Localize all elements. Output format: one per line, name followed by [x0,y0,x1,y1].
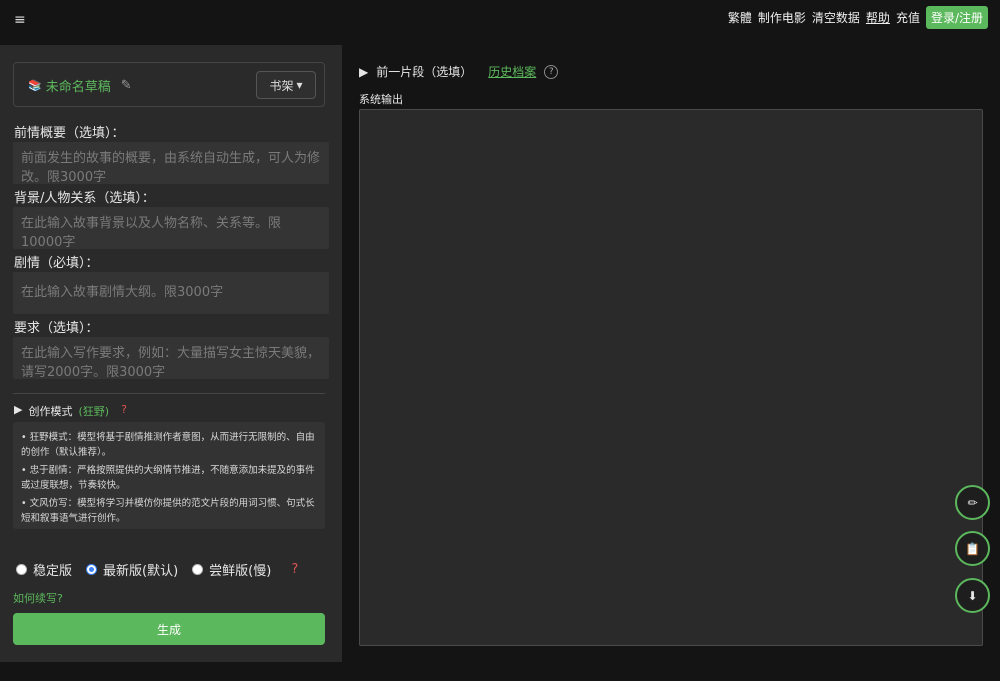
version-beta-option[interactable]: 尝鲜版(慢) [192,560,271,579]
creation-mode-label: 创作模式 [28,405,73,418]
mode-description-wild: • 狂野模式：模型将基于剧情推测作者意图，从而进行无限制的、自由的创作（默认推荐… [21,432,315,458]
plot-label: 剧情（必填）： [14,256,99,271]
version-stable-label: 稳定版 [33,564,73,579]
help-icon[interactable]: ? [544,64,559,79]
history-archive-link[interactable]: 历史档案 [488,63,536,80]
draft-title-text[interactable]: 未命名草稿 [46,76,111,95]
version-radio-group: 稳定版 最新版(默认) 尝鲜版(慢) ? [16,560,298,579]
creation-mode-value: (狂野) [78,405,110,418]
version-latest-label: 最新版(默认) [103,564,179,579]
make-movie-link[interactable]: 制作电影 [758,9,806,26]
expand-arrow-icon: ▶ [359,64,369,79]
clear-data-link[interactable]: 清空数据 [812,9,860,26]
summary-label: 前情概要（选填）： [14,126,125,141]
version-latest-option[interactable]: 最新版(默认) [86,560,178,579]
bookshelf-button[interactable]: 书架 ▾ [256,71,316,99]
requirements-textarea[interactable]: 在此输入写作要求，例如：大量描写女主惊天美貌，请写2000字。限3000字 [13,337,329,379]
previous-fragment-label: 前一片段（选填） [376,65,473,79]
left-panel: 📚 未命名草稿 ✎ 书架 ▾ 前情概要（选填）： 前面发生的故事的概要，由系统自… [0,45,342,662]
requirements-label: 要求（选填）： [14,321,99,336]
download-icon[interactable]: ⬇ [955,578,990,613]
help-link[interactable]: 帮助 [866,9,890,26]
radio-button[interactable] [16,564,27,575]
bookshelf-label: 书架 [269,78,294,93]
background-label: 背景/人物关系（选填）： [14,191,155,206]
traditional-chinese-link[interactable]: 繁體 [728,9,752,26]
generate-button[interactable]: 生成 [13,613,325,645]
chevron-down-icon: ▾ [296,78,303,92]
radio-button-selected[interactable] [86,564,98,575]
draft-title: 📚 未命名草稿 ✎ [28,76,132,95]
how-to-continue-link[interactable]: 如何续写? [13,590,63,606]
top-bar: ≡ 繁體 制作电影 清空数据 帮助 充值 登录/注册 [0,0,1000,45]
version-help-icon[interactable]: ? [291,562,298,577]
creation-mode-toggle[interactable]: ▶ 创作模式 (狂野) ? [14,403,127,419]
expand-arrow-icon: ▶ [14,403,23,416]
recharge-link[interactable]: 充值 [896,9,920,26]
version-beta-label: 尝鲜版(慢) [209,564,272,579]
system-output-label: 系统输出 [359,93,403,106]
background-textarea[interactable]: 在此输入故事背景以及人物名称、关系等。限10000字 [13,207,329,249]
mode-help-icon[interactable]: ? [121,403,127,419]
divider [13,393,325,394]
clipboard-icon[interactable]: 📋 [955,531,990,566]
radio-button[interactable] [192,564,204,575]
pencil-icon[interactable]: ✏ [955,485,990,520]
mode-description-faithful: • 忠于剧情：严格按照提供的大纲情节推进，不随意添加未提及的事件或过度联想，节奏… [21,465,315,491]
menu-icon[interactable]: ≡ [14,12,26,28]
mode-description-imitate: • 文风仿写：模型将学习并模仿你提供的范文片段的用词习惯、句式长短和叙事语气进行… [21,498,315,524]
mode-description-box: • 狂野模式：模型将基于剧情推测作者意图，从而进行无限制的、自由的创作（默认推荐… [13,422,325,529]
draft-card: 📚 未命名草稿 ✎ 书架 ▾ [13,62,325,107]
previous-fragment-toggle[interactable]: ▶ 前一片段（选填） 历史档案 ? [359,63,559,80]
book-stack-icon: 📚 [28,79,42,92]
login-button[interactable]: 登录/注册 [925,6,988,29]
version-stable-option[interactable]: 稳定版 [16,560,72,579]
system-output-area[interactable] [359,109,983,646]
plot-textarea[interactable]: 在此输入故事剧情大纲。限3000字 [13,272,329,314]
top-nav: 繁體 制作电影 清空数据 帮助 充值 登录/注册 [728,6,988,29]
edit-icon[interactable]: ✎ [121,78,132,93]
summary-textarea[interactable]: 前面发生的故事的概要，由系统自动生成，可人为修改。限3000字 [13,142,329,184]
